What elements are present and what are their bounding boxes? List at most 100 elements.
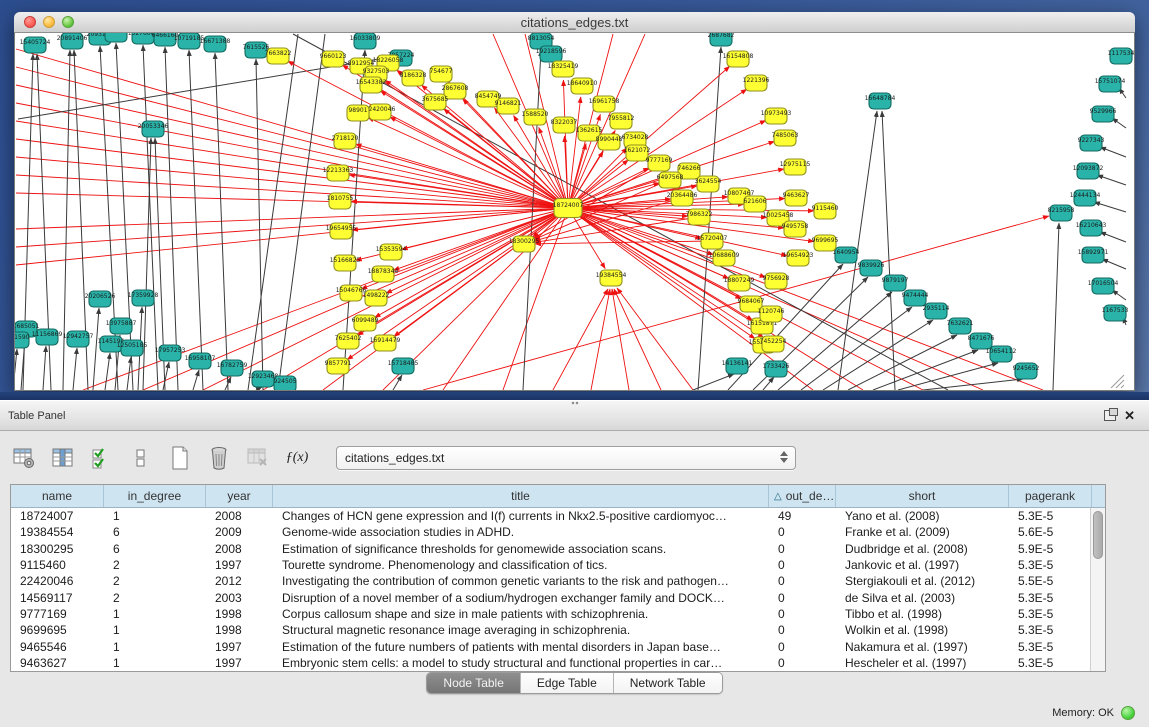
graph-node[interactable]: 15353594: [376, 244, 407, 260]
graph-node[interactable]: 1588520: [522, 109, 549, 125]
graph-node[interactable]: 20206526: [85, 291, 116, 307]
graph-node[interactable]: 8186328: [400, 70, 427, 86]
table-cell[interactable]: 1997: [206, 655, 273, 671]
float-panel-icon[interactable]: [1104, 410, 1116, 421]
graph-node[interactable]: 12213363: [323, 165, 354, 181]
graph-node[interactable]: 16782759: [217, 360, 248, 376]
table-cell[interactable]: 2: [104, 589, 206, 605]
graph-node[interactable]: 15892971: [1078, 247, 1109, 263]
graph-node[interactable]: 16154808: [723, 51, 754, 67]
table-cell[interactable]: 1: [104, 638, 206, 654]
edge[interactable]: [165, 47, 178, 390]
table-cell[interactable]: Genome-wide association studies in ADHD.: [273, 524, 769, 540]
table-cell[interactable]: 6: [104, 541, 206, 557]
table-cell[interactable]: 9699695: [11, 622, 104, 638]
graph-node[interactable]: 1640954: [833, 247, 860, 263]
graph-node[interactable]: 16914479: [370, 335, 401, 351]
graph-node[interactable]: 621606: [744, 196, 767, 212]
graph-node[interactable]: 9879197: [882, 275, 909, 291]
network-window[interactable]: citations_edges.txt 15405724208914062093…: [14, 12, 1135, 391]
edge[interactable]: [1100, 147, 1126, 157]
table-row[interactable]: 1830029562008Estimation of significance …: [11, 541, 1105, 557]
graph-node[interactable]: 18724007: [553, 199, 584, 218]
graph-node[interactable]: 9474444: [902, 290, 929, 306]
edge[interactable]: [193, 370, 199, 390]
graph-node[interactable]: 7485063: [772, 130, 799, 146]
selected-edge[interactable]: [16, 49, 568, 208]
graph-node[interactable]: 15405724: [20, 37, 51, 53]
table-cell[interactable]: 5.3E-5: [1009, 638, 1092, 654]
table-cell[interactable]: 1: [104, 655, 206, 671]
table-mode-button[interactable]: [10, 444, 38, 472]
column-header-in_degree[interactable]: in_degree: [104, 485, 206, 507]
selected-edge[interactable]: [553, 289, 608, 390]
graph-node[interactable]: 10688609: [709, 250, 740, 266]
graph-node[interactable]: 98901: [347, 105, 369, 121]
table-cell[interactable]: 9777169: [11, 606, 104, 622]
table-cell[interactable]: 2: [104, 573, 206, 589]
graph-node[interactable]: 8990448: [596, 134, 623, 150]
graph-node[interactable]: 17957253: [155, 345, 186, 361]
graph-node[interactable]: 18640910: [567, 78, 598, 94]
network-canvas[interactable]: 1540572420891406209314110653287152760026…: [14, 33, 1135, 391]
function-builder-icon[interactable]: ƒ(x): [283, 444, 311, 472]
edge[interactable]: [1100, 232, 1126, 242]
table-row[interactable]: 1456911722003Disruption of a novel membe…: [11, 589, 1105, 605]
graph-node[interactable]: 9146821: [495, 98, 522, 114]
graph-node[interactable]: 8322037: [551, 117, 578, 133]
table-cell[interactable]: 0: [769, 622, 836, 638]
column-header-out_de[interactable]: △out_de…: [769, 485, 836, 507]
column-header-short[interactable]: short: [836, 485, 1009, 507]
table-cell[interactable]: 5.3E-5: [1009, 508, 1092, 524]
graph-node[interactable]: 11156869: [32, 329, 63, 345]
tab-network-table[interactable]: Network Table: [614, 673, 722, 693]
graph-node[interactable]: 7625402: [335, 333, 362, 349]
table-row[interactable]: 2242004622012Investigating the contribut…: [11, 573, 1105, 589]
table-cell[interactable]: Franke et al. (2009): [836, 524, 1009, 540]
graph-node[interactable]: 16671388: [200, 36, 231, 52]
graph-node[interactable]: 8471676: [968, 333, 995, 349]
graph-node[interactable]: 1810755: [327, 193, 354, 209]
table-cell[interactable]: 5.3E-5: [1009, 589, 1092, 605]
graph-node[interactable]: 20364486: [667, 190, 698, 206]
selected-edge[interactable]: [463, 99, 568, 208]
graph-node[interactable]: 1733426: [763, 361, 790, 377]
row-selection-button[interactable]: [88, 444, 116, 472]
graph-node[interactable]: 19654923: [783, 250, 814, 266]
table-cell[interactable]: Embryonic stem cells: a model to study s…: [273, 655, 769, 671]
table-cell[interactable]: Wolkin et al. (1998): [836, 622, 1009, 638]
split-handle[interactable]: [570, 401, 579, 406]
table-cell[interactable]: 5.3E-5: [1009, 622, 1092, 638]
graph-node[interactable]: 17016504: [1088, 278, 1119, 294]
table-cell[interactable]: 18300295: [11, 541, 104, 557]
selected-edge[interactable]: [386, 208, 568, 293]
edge[interactable]: [898, 363, 998, 390]
edge[interactable]: [15, 349, 17, 390]
selected-edge[interactable]: [612, 289, 629, 390]
table-row[interactable]: 1872400712008Changes of HCN gene express…: [11, 508, 1105, 524]
graph-node[interactable]: 9756928: [763, 273, 790, 289]
column-header-pagerank[interactable]: pagerank: [1009, 485, 1092, 507]
selected-edge[interactable]: [16, 67, 568, 208]
graph-node[interactable]: 9495758: [782, 221, 809, 237]
graph-node[interactable]: 7632621: [947, 318, 974, 334]
edge[interactable]: [143, 138, 151, 390]
selected-edge[interactable]: [16, 208, 568, 247]
network-window-titlebar[interactable]: citations_edges.txt: [14, 12, 1135, 33]
tab-edge-table[interactable]: Edge Table: [521, 673, 614, 693]
table-cell[interactable]: 0: [769, 606, 836, 622]
graph-node[interactable]: 16958107: [185, 353, 216, 369]
close-panel-icon[interactable]: ✕: [1124, 410, 1135, 422]
graph-node[interactable]: 6099489: [352, 315, 379, 331]
table-cell[interactable]: Tourette syndrome. Phenomenology and cla…: [273, 557, 769, 573]
graph-node[interactable]: 12093872: [1073, 163, 1104, 179]
graph-node[interactable]: 1167533: [1102, 305, 1129, 321]
graph-node[interactable]: 9227343: [1078, 135, 1105, 151]
table-cell[interactable]: 0: [769, 524, 836, 540]
column-header-year[interactable]: year: [206, 485, 273, 507]
vertical-scrollbar[interactable]: [1090, 508, 1105, 671]
create-column-button[interactable]: [166, 444, 194, 472]
table-cell[interactable]: 9463627: [11, 655, 104, 671]
selected-edge[interactable]: [16, 208, 568, 229]
table-cell[interactable]: 1: [104, 622, 206, 638]
